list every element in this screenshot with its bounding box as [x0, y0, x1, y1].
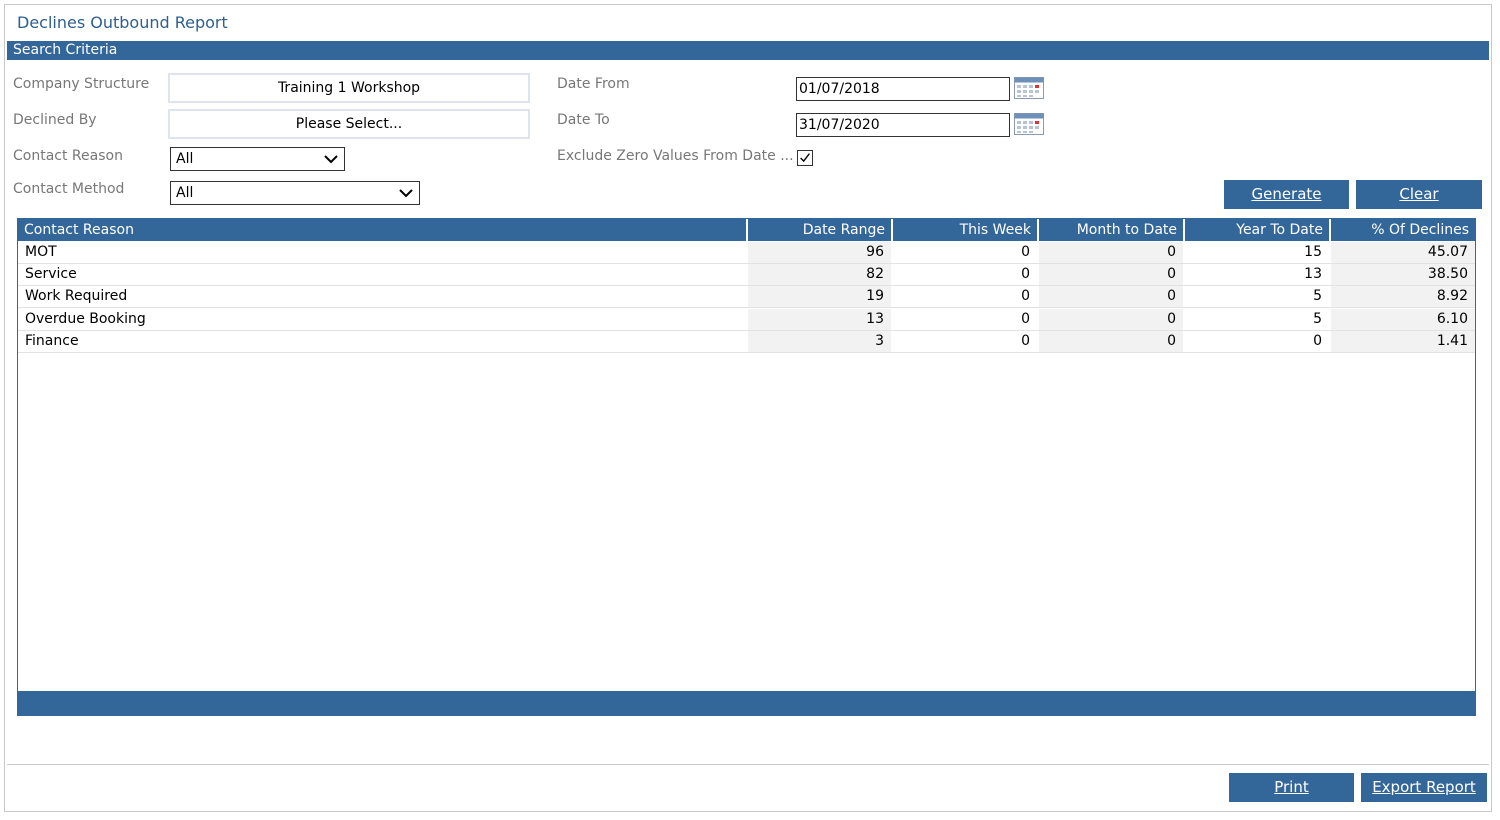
contact-reason-label: Contact Reason [13, 148, 123, 164]
generate-button[interactable]: Generate [1224, 180, 1349, 209]
checkmark-icon [800, 153, 810, 163]
column-header-contact-reason[interactable]: Contact Reason [18, 219, 746, 241]
cell-this-week: 0 [1021, 244, 1030, 260]
grid-footer [18, 691, 1475, 715]
cell-contact-reason: MOT [25, 244, 57, 260]
date-from-label: Date From [557, 76, 630, 92]
contact-method-select[interactable]: All [170, 181, 420, 205]
cell-year-to-date: 5 [1313, 311, 1322, 327]
exclude-zero-checkbox[interactable] [797, 150, 813, 166]
cell-month-to-date: 0 [1039, 286, 1183, 307]
table-row[interactable]: Work Required 19 0 0 5 8.92 [18, 286, 1475, 308]
print-button[interactable]: Print [1229, 773, 1354, 802]
cell-year-to-date: 0 [1313, 333, 1322, 349]
exclude-zero-label: Exclude Zero Values From Date ... [557, 148, 794, 164]
calendar-icon[interactable] [1014, 113, 1044, 135]
contact-method-value: All [176, 185, 194, 201]
cell-contact-reason: Overdue Booking [25, 311, 146, 327]
chevron-down-icon [324, 155, 338, 164]
page-title: Declines Outbound Report [17, 13, 228, 32]
cell-date-range: 96 [748, 242, 891, 263]
chevron-down-icon [399, 189, 413, 198]
cell-percent-of-declines: 1.41 [1331, 331, 1475, 352]
cell-year-to-date: 5 [1313, 288, 1322, 304]
cell-date-range: 82 [748, 264, 891, 285]
cell-percent-of-declines: 45.07 [1331, 242, 1475, 263]
cell-contact-reason: Finance [25, 333, 79, 349]
table-row[interactable]: Service 82 0 0 13 38.50 [18, 264, 1475, 286]
cell-month-to-date: 0 [1039, 264, 1183, 285]
column-header-percent-of-declines[interactable]: % Of Declines [1331, 219, 1475, 241]
export-report-button[interactable]: Export Report [1361, 773, 1487, 802]
company-structure-picker[interactable]: Training 1 Workshop [168, 73, 530, 103]
date-from-input[interactable]: 01/07/2018 [796, 77, 1010, 101]
date-to-input[interactable]: 31/07/2020 [796, 113, 1010, 137]
footer-divider [7, 764, 1489, 765]
cell-date-range: 13 [748, 309, 891, 330]
company-structure-label: Company Structure [13, 76, 150, 92]
table-row[interactable]: Overdue Booking 13 0 0 5 6.10 [18, 309, 1475, 331]
declined-by-picker[interactable]: Please Select... [168, 109, 530, 139]
cell-month-to-date: 0 [1039, 242, 1183, 263]
cell-month-to-date: 0 [1039, 309, 1183, 330]
grid-header: Contact Reason Date Range This Week Mont… [18, 219, 1475, 241]
cell-this-week: 0 [1021, 266, 1030, 282]
date-to-label: Date To [557, 112, 610, 128]
clear-button[interactable]: Clear [1356, 180, 1482, 209]
table-row[interactable]: Finance 3 0 0 0 1.41 [18, 331, 1475, 353]
cell-contact-reason: Work Required [25, 288, 128, 304]
declined-by-label: Declined By [13, 112, 97, 128]
cell-month-to-date: 0 [1039, 331, 1183, 352]
column-header-this-week[interactable]: This Week [893, 219, 1037, 241]
cell-year-to-date: 13 [1304, 266, 1322, 282]
cell-percent-of-declines: 6.10 [1331, 309, 1475, 330]
table-row[interactable]: MOT 96 0 0 15 45.07 [18, 242, 1475, 264]
cell-contact-reason: Service [25, 266, 77, 282]
cell-percent-of-declines: 38.50 [1331, 264, 1475, 285]
cell-date-range: 19 [748, 286, 891, 307]
column-header-year-to-date[interactable]: Year To Date [1185, 219, 1329, 241]
calendar-icon[interactable] [1014, 77, 1044, 99]
results-grid: Contact Reason Date Range This Week Mont… [17, 218, 1476, 716]
column-header-date-range[interactable]: Date Range [748, 219, 891, 241]
cell-date-range: 3 [748, 331, 891, 352]
contact-method-label: Contact Method [13, 181, 125, 197]
cell-this-week: 0 [1021, 311, 1030, 327]
contact-reason-select[interactable]: All [170, 147, 345, 171]
search-criteria-header: Search Criteria [7, 41, 1489, 60]
cell-year-to-date: 15 [1304, 244, 1322, 260]
cell-this-week: 0 [1021, 333, 1030, 349]
cell-percent-of-declines: 8.92 [1331, 286, 1475, 307]
cell-this-week: 0 [1021, 288, 1030, 304]
column-header-month-to-date[interactable]: Month to Date [1039, 219, 1183, 241]
contact-reason-value: All [176, 151, 194, 167]
